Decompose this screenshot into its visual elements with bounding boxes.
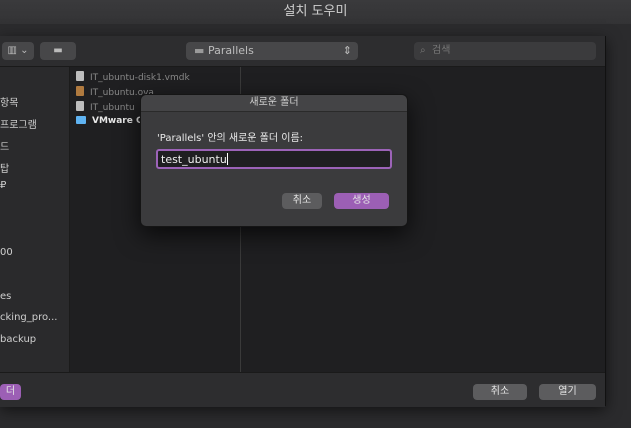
document-icon xyxy=(76,101,84,111)
list-item[interactable]: IT_ubuntu-disk1.vmdk xyxy=(76,71,190,83)
new-folder-dialog: 새로운 폴더 'Parallels' 안의 새로운 폴더 이름: test_ub… xyxy=(140,94,408,227)
cancel-button[interactable]: 취소 xyxy=(473,384,527,400)
view-mode-button[interactable]: ▥ ⌄ xyxy=(2,42,34,60)
sidebar-item[interactable]: 항목 xyxy=(0,94,18,109)
list-item[interactable]: IT_ubuntu xyxy=(76,101,135,113)
text-caret xyxy=(226,153,228,165)
dialog-title: 새로운 폴더 xyxy=(141,95,407,112)
create-button[interactable]: 생성 xyxy=(334,193,389,209)
folder-name-field[interactable]: test_ubuntu xyxy=(156,149,392,169)
folder-icon: ▬ xyxy=(194,44,205,57)
sidebar-item[interactable]: 탑 xyxy=(0,160,9,175)
sidebar-item[interactable]: 프로그램 xyxy=(0,116,37,131)
list-item[interactable]: VMware C xyxy=(76,116,143,126)
path-label: Parallels xyxy=(208,44,254,57)
folder-name-value: test_ubuntu xyxy=(161,153,227,166)
sidebar-item[interactable]: ₽ xyxy=(0,180,6,191)
sidebar-item[interactable]: es xyxy=(0,291,11,302)
path-popup[interactable]: ▬ Parallels ⇕ xyxy=(186,42,358,60)
open-button[interactable]: 열기 xyxy=(539,384,596,400)
dialog-prompt: 'Parallels' 안의 새로운 폴더 이름: xyxy=(157,133,304,144)
folder-icon: ▬ xyxy=(53,45,63,56)
sidebar-item[interactable]: 00 xyxy=(0,247,13,258)
new-folder-button[interactable]: 더 xyxy=(0,384,21,400)
package-icon xyxy=(76,86,84,96)
column-view-icon: ▥ ⌄ xyxy=(7,45,29,56)
sidebar-item[interactable]: 드 xyxy=(0,138,9,153)
toolbar: ▥ ⌄ ▬ ▬ Parallels ⇕ ⌕ 검색 xyxy=(0,36,605,67)
search-placeholder: 검색 xyxy=(432,45,451,56)
document-icon xyxy=(76,71,84,81)
search-field[interactable]: ⌕ 검색 xyxy=(414,42,596,60)
cancel-button[interactable]: 취소 xyxy=(282,193,322,209)
updown-chevron-icon: ⇕ xyxy=(342,44,352,57)
folder-icon xyxy=(76,116,86,124)
sidebar-item[interactable]: cking_pro... xyxy=(0,312,57,323)
bottom-bar: 더 취소 열기 xyxy=(0,372,605,407)
sidebar: 항목 프로그램 드 탑 ₽ 00 es cking_pro... backup xyxy=(0,67,70,372)
window-title: 설치 도우미 xyxy=(0,0,631,24)
search-icon: ⌕ xyxy=(420,45,426,56)
group-button[interactable]: ▬ xyxy=(40,42,76,60)
sidebar-item[interactable]: backup xyxy=(0,334,36,345)
